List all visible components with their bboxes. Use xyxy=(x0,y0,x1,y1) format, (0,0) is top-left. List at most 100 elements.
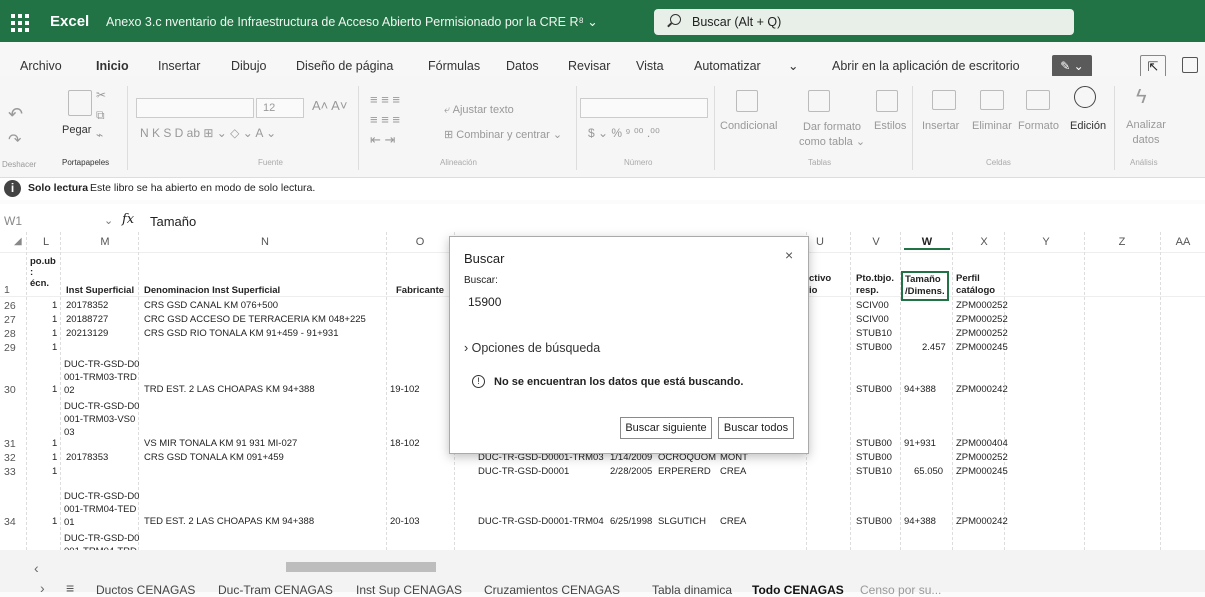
column-header-y[interactable]: Y xyxy=(1036,236,1056,250)
row-number[interactable]: 28 xyxy=(4,328,16,340)
chevron-left-icon[interactable]: ‹ xyxy=(34,560,39,576)
find-input[interactable]: 15900 xyxy=(460,291,800,313)
row-number[interactable]: 33 xyxy=(4,466,16,478)
column-header-aa[interactable]: AA xyxy=(1170,236,1196,250)
name-box-chevron-icon[interactable]: ⌄ xyxy=(104,214,113,227)
header-cell-w-selected[interactable]: Tamaño /Dimens. xyxy=(901,271,949,301)
table-cell[interactable]: TED EST. 2 LAS CHOAPAS KM 94+388 xyxy=(144,516,314,527)
header-cell-o[interactable]: Fabricante xyxy=(396,285,444,296)
format-cells-button[interactable]: Formato xyxy=(1018,120,1059,132)
conditional-format-icon[interactable] xyxy=(736,90,758,112)
column-header-z[interactable]: Z xyxy=(1112,236,1132,250)
row-number[interactable]: 27 xyxy=(4,314,16,326)
header-cell-x[interactable]: Perfil catálogo xyxy=(956,273,995,297)
table-cell[interactable]: VS MIR TONALA KM 91 931 MI-027 xyxy=(144,438,297,449)
header-cell-v[interactable]: Pto.tbjo. resp. xyxy=(856,273,894,297)
conditional-format-button[interactable]: Condicional xyxy=(720,120,777,132)
find-next-button[interactable]: Buscar siguiente xyxy=(620,417,712,439)
menu-inicio[interactable]: Inicio xyxy=(96,59,129,80)
font-size-field[interactable]: 12 xyxy=(256,98,304,118)
number-format-field[interactable] xyxy=(580,98,708,118)
select-all-corner[interactable]: ◢ xyxy=(14,236,22,247)
sheet-tab-tabla-dinamica[interactable]: Tabla dinamica xyxy=(652,583,732,597)
table-cell[interactable]: STUB00 xyxy=(856,516,892,527)
editing-button[interactable]: Edición xyxy=(1070,120,1106,132)
column-header-l[interactable]: L xyxy=(36,236,56,250)
table-cell[interactable]: 18-102 xyxy=(390,438,420,449)
table-cell[interactable]: DUC-TR-GSD-D0 001-TRM03-VS0 03 xyxy=(64,400,139,439)
column-header-o[interactable]: O xyxy=(405,236,435,250)
table-cell[interactable]: 1 xyxy=(52,328,57,339)
format-cells-icon[interactable] xyxy=(1026,90,1050,110)
table-cell[interactable]: DUC-TR-GSD-D0001-TRM04 xyxy=(478,516,604,527)
open-in-desktop-button[interactable]: Abrir en la aplicación de escritorio xyxy=(832,59,1020,73)
sheet-tab-cruzamientos[interactable]: Cruzamientos CENAGAS xyxy=(484,583,620,597)
column-header-x[interactable]: X xyxy=(974,236,994,250)
table-cell[interactable]: ZPM000242 xyxy=(956,516,1008,527)
table-cell[interactable]: CREA xyxy=(720,516,746,527)
table-cell[interactable]: 20213129 xyxy=(66,328,108,339)
column-header-u[interactable]: U xyxy=(810,236,830,250)
row-number[interactable]: 29 xyxy=(4,342,16,354)
table-cell[interactable]: ZPM000252 xyxy=(956,328,1008,339)
delete-cells-button[interactable]: Eliminar xyxy=(972,120,1012,132)
table-cell[interactable]: 1 xyxy=(52,466,57,477)
table-cell[interactable]: STUB00 xyxy=(856,342,892,353)
table-cell[interactable]: STUB10 xyxy=(856,328,892,339)
menu-dibujo[interactable]: Dibujo xyxy=(231,59,266,73)
indent-icons[interactable]: ⇤ ⇥ xyxy=(370,132,395,148)
header-cell-u[interactable]: ctivo io xyxy=(809,273,831,297)
sheet-tab-todo-active[interactable]: Todo CENAGAS xyxy=(752,583,844,597)
format-as-table-button[interactable]: Dar formato como tabla ⌄ xyxy=(792,120,872,150)
sheet-tab-inst-sup[interactable]: Inst Sup CENAGAS xyxy=(356,583,462,597)
column-header-m[interactable]: M xyxy=(90,236,120,250)
table-cell[interactable]: 20178353 xyxy=(66,452,108,463)
paste-icon[interactable] xyxy=(68,90,92,116)
number-format-buttons[interactable]: $ ⌄ % ⁹ ⁰⁰ .⁰⁰ xyxy=(588,126,660,140)
table-cell[interactable]: ZPM000245 xyxy=(956,466,1008,477)
horizontal-scrollbar[interactable] xyxy=(286,562,436,572)
table-cell[interactable]: SCIV00 xyxy=(856,314,889,325)
table-cell[interactable]: 20188727 xyxy=(66,314,108,325)
analyze-data-button[interactable]: Analizar datos xyxy=(1120,118,1172,148)
menu-diseno-pagina[interactable]: Diseño de página xyxy=(296,59,393,73)
all-sheets-icon[interactable]: ≡ xyxy=(66,580,74,596)
menu-datos[interactable]: Datos xyxy=(506,59,539,73)
table-cell[interactable]: ZPM000245 xyxy=(956,342,1008,353)
row-number[interactable]: 31 xyxy=(4,438,16,450)
menu-archivo[interactable]: Archivo xyxy=(20,59,62,73)
table-cell[interactable]: 94+388 xyxy=(904,516,936,527)
table-cell[interactable]: ZPM000252 xyxy=(956,300,1008,311)
name-box[interactable]: W1 xyxy=(4,214,22,228)
table-cell[interactable]: 65.050 xyxy=(914,466,943,477)
table-cell[interactable]: DUC-TR-GSD-D0 001-TRM04-TED 01 xyxy=(64,490,139,529)
table-cell[interactable]: 6/25/1998 xyxy=(610,516,652,527)
table-cell[interactable]: CRS GSD CANAL KM 076+500 xyxy=(144,300,278,311)
editing-mode-button[interactable]: ✎ ⌄ xyxy=(1052,55,1092,77)
row-number[interactable]: 26 xyxy=(4,300,16,312)
wrap-text-button[interactable]: ⤶ Ajustar texto xyxy=(444,104,514,117)
menu-formulas[interactable]: Fórmulas xyxy=(428,59,480,73)
formula-input[interactable]: Tamaño xyxy=(150,214,196,229)
app-launcher-icon[interactable] xyxy=(6,8,32,34)
row-number[interactable]: 32 xyxy=(4,452,16,464)
table-cell[interactable]: CRC GSD ACCESO DE TERRACERIA KM 048+225 xyxy=(144,314,366,325)
table-cell[interactable]: 1 xyxy=(52,384,57,395)
table-cell[interactable]: STUB00 xyxy=(856,438,892,449)
header-cell-m[interactable]: Inst Superficial xyxy=(66,285,134,296)
grow-font-icon[interactable]: A˄ A˅ xyxy=(312,98,347,113)
redo-icon[interactable]: ↷ xyxy=(8,130,21,150)
align-top-icons[interactable]: ≡ ≡ ≡ xyxy=(370,92,400,107)
search-options-toggle[interactable]: › Opciones de búsqueda xyxy=(464,341,600,355)
table-cell[interactable]: 94+388 xyxy=(904,384,936,395)
table-cell[interactable]: 1 xyxy=(52,516,57,527)
table-cell[interactable]: 20-103 xyxy=(390,516,420,527)
app-name[interactable]: Excel xyxy=(50,13,89,30)
table-cell[interactable]: DUC-TR-GSD-D0 001-TRM04-TRD xyxy=(64,532,139,550)
table-cell[interactable]: 19-102 xyxy=(390,384,420,395)
header-cell-l[interactable]: po.ub : écn. xyxy=(30,256,56,289)
search-box[interactable]: Buscar (Alt + Q) xyxy=(654,9,1074,35)
row-number[interactable]: 34 xyxy=(4,516,16,528)
menu-automatizar[interactable]: Automatizar xyxy=(694,59,761,73)
table-cell[interactable]: 2/28/2005 xyxy=(610,466,652,477)
